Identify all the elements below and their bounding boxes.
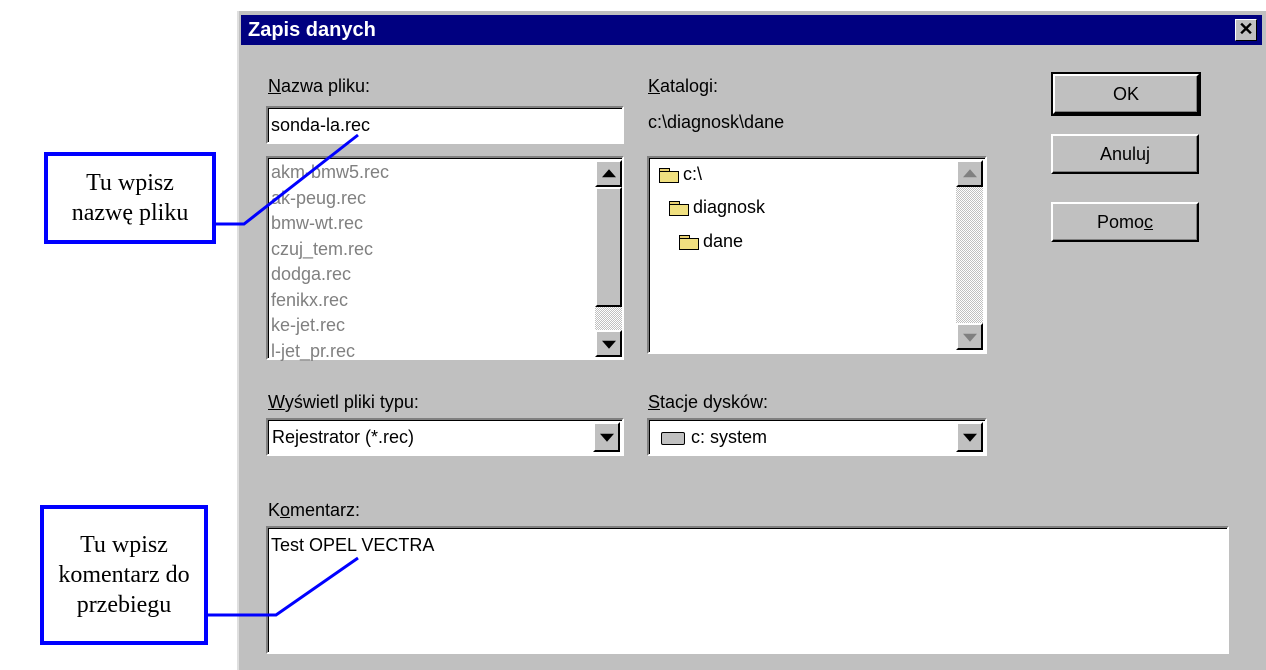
comment-leader-line (208, 556, 359, 617)
filename-leader-line (216, 133, 359, 226)
annotation-leader-lines (208, 133, 359, 617)
